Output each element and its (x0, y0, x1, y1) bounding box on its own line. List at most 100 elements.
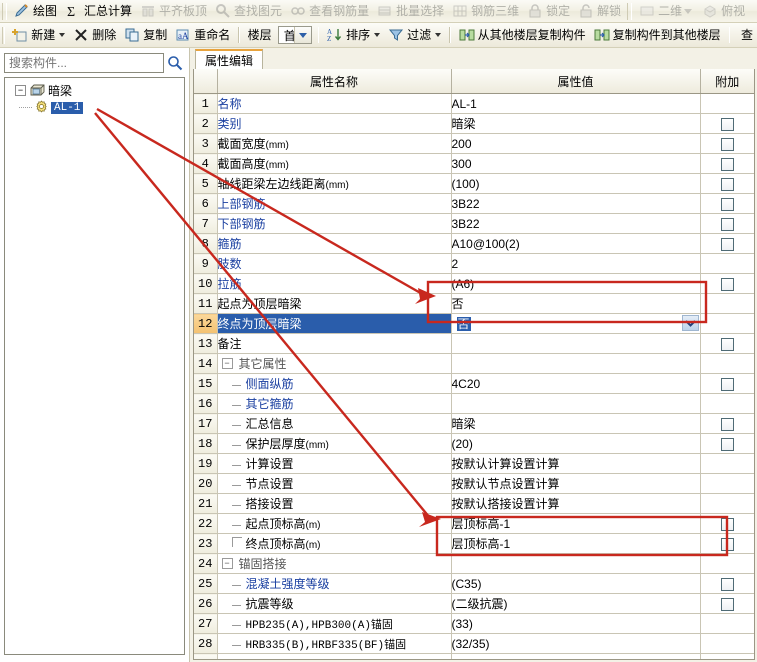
attach-checkbox[interactable] (720, 157, 734, 171)
attach-cell[interactable] (700, 593, 754, 614)
property-name-cell[interactable]: 保护层厚度(mm) (217, 433, 452, 454)
attach-checkbox[interactable] (720, 577, 734, 591)
attach-checkbox[interactable] (720, 177, 734, 191)
property-value-cell[interactable] (451, 393, 701, 414)
attach-checkbox[interactable] (720, 377, 734, 391)
attach-cell[interactable] (700, 653, 754, 659)
property-value-cell[interactable]: 否 (451, 293, 701, 314)
floor-select-dropdown-icon[interactable] (293, 27, 311, 43)
property-name-cell[interactable]: − 其它属性 (217, 353, 452, 374)
toolbar-grip-2[interactable] (627, 2, 633, 20)
row-index[interactable]: 8 (194, 233, 218, 254)
toolbar-button-batch-select[interactable]: 批量选择 (373, 1, 448, 22)
row-index[interactable]: 3 (194, 133, 218, 154)
property-name-cell[interactable]: HRB400(C),HRBF400(CF),RRB400(D)锚 (217, 653, 452, 659)
row-index[interactable]: 21 (194, 493, 218, 514)
property-name-cell[interactable]: 截面宽度(mm) (217, 133, 452, 154)
property-name-cell[interactable]: − 锚固搭接 (217, 553, 452, 574)
group-expander-icon[interactable]: − (221, 358, 233, 369)
property-grid-container[interactable]: 属性名称 属性值 附加 1 名称 AL-1 2 类别 暗梁 3 截面宽度(mm) 200 4 截面高… (193, 69, 755, 660)
property-value-cell[interactable]: 按默认节点设置计算 (451, 473, 701, 494)
copy-from-other-floor-button[interactable]: 从其他楼层复制构件 (455, 25, 590, 46)
attach-checkbox[interactable] (720, 217, 734, 231)
attach-checkbox[interactable] (720, 137, 734, 151)
property-value-cell[interactable]: 2 (451, 253, 701, 274)
table-row[interactable]: 25 混凝土强度等级 (C35) (194, 573, 754, 594)
table-row[interactable]: 13 备注 (194, 333, 754, 354)
row-index[interactable]: 14 (194, 353, 218, 374)
property-name-cell[interactable]: 侧面纵筋 (217, 373, 452, 394)
property-value-cell[interactable]: 按默认搭接设置计算 (451, 493, 701, 514)
property-name-cell[interactable]: 节点设置 (217, 473, 452, 494)
property-value-cell[interactable]: (100) (451, 173, 701, 194)
rename-button[interactable]: aA 重命名 (171, 25, 234, 46)
property-value-cell[interactable]: 4C20 (451, 373, 701, 394)
filter-button[interactable]: 过滤 (384, 25, 445, 46)
tab-property-editor[interactable]: 属性编辑 (195, 49, 264, 69)
table-row[interactable]: 16 其它箍筋 (194, 393, 754, 414)
table-row[interactable]: 14− 其它属性 (194, 353, 754, 374)
row-index[interactable]: 5 (194, 173, 218, 194)
attach-cell[interactable] (700, 173, 754, 194)
grid-header-property-name[interactable]: 属性名称 (217, 69, 452, 94)
row-index[interactable]: 4 (194, 153, 218, 174)
table-row[interactable]: 22 起点顶标高(m) 层顶标高-1 (194, 513, 754, 534)
table-row[interactable]: 29 HRB400(C),HRBF400(CF),RRB400(D)锚(37/41… (194, 653, 754, 659)
property-value-cell[interactable]: (C35) (451, 573, 701, 594)
property-value-cell[interactable]: 按默认计算设置计算 (451, 453, 701, 474)
row-index[interactable]: 23 (194, 533, 218, 554)
toolbar-button-lock[interactable]: 锁定 (523, 1, 574, 22)
row-index[interactable]: 10 (194, 273, 218, 294)
attach-checkbox[interactable] (720, 417, 734, 431)
attach-cell[interactable] (700, 433, 754, 454)
attach-checkbox[interactable] (720, 537, 734, 551)
filter-button-caret-icon[interactable] (435, 33, 442, 37)
attach-cell[interactable] (700, 373, 754, 394)
toolbar-button-align-slab-top[interactable]: 平齐板顶 (136, 1, 211, 22)
new-button[interactable]: 新建 (8, 25, 69, 46)
copy-button[interactable]: 复制 (120, 25, 171, 46)
delete-button[interactable]: 删除 (69, 25, 120, 46)
property-value-cell[interactable]: A10@100(2) (451, 233, 701, 254)
property-name-cell[interactable]: 起点为顶层暗梁 (217, 293, 452, 314)
property-value-cell[interactable]: (33) (451, 613, 701, 634)
property-name-cell[interactable]: 搭接设置 (217, 493, 452, 514)
property-name-cell[interactable]: 名称 (217, 93, 452, 114)
table-row[interactable]: 21 搭接设置 按默认搭接设置计算 (194, 493, 754, 514)
attach-cell[interactable] (700, 133, 754, 154)
table-row[interactable]: 8 箍筋 A10@100(2) (194, 233, 754, 254)
table-row[interactable]: 4 截面高度(mm) 300 (194, 153, 754, 174)
row-index[interactable]: 7 (194, 213, 218, 234)
row-index[interactable]: 2 (194, 113, 218, 134)
property-value-cell[interactable] (451, 333, 701, 354)
table-row[interactable]: 12 终点为顶层暗梁 否 (194, 313, 754, 334)
property-name-cell[interactable]: 计算设置 (217, 453, 452, 474)
row-index[interactable]: 25 (194, 573, 218, 594)
property-name-cell[interactable]: 终点为顶层暗梁 (217, 313, 452, 334)
attach-cell[interactable] (700, 353, 754, 374)
property-value-cell[interactable]: 300 (451, 153, 701, 174)
toolbar-button-summary-calc[interactable]: Σ 汇总计算 (61, 1, 136, 22)
grid-header-attach[interactable]: 附加 (700, 69, 754, 94)
property-name-cell[interactable]: 拉筋 (217, 273, 452, 294)
attach-cell[interactable] (700, 493, 754, 514)
row-index[interactable]: 12 (194, 313, 218, 334)
attach-cell[interactable] (700, 153, 754, 174)
chevron-down-icon[interactable] (682, 3, 694, 19)
table-row[interactable]: 2 类别 暗梁 (194, 113, 754, 134)
row-index[interactable]: 22 (194, 513, 218, 534)
table-row[interactable]: 19 计算设置 按默认计算设置计算 (194, 453, 754, 474)
property-value-cell[interactable]: (A6) (451, 273, 701, 294)
property-value-cell[interactable]: (二级抗震) (451, 593, 701, 614)
attach-cell[interactable] (700, 413, 754, 434)
property-value-cell[interactable]: 否 (451, 313, 701, 334)
property-name-cell[interactable]: HRB335(B),HRBF335(BF)锚固 (217, 633, 452, 654)
table-row[interactable]: 18 保护层厚度(mm) (20) (194, 433, 754, 454)
attach-checkbox[interactable] (720, 237, 734, 251)
row-index[interactable]: 20 (194, 473, 218, 494)
property-name-cell[interactable]: 抗震等级 (217, 593, 452, 614)
row-index[interactable]: 1 (194, 93, 218, 114)
table-row[interactable]: 10 拉筋 (A6) (194, 273, 754, 294)
search-input[interactable] (4, 53, 164, 73)
property-name-cell[interactable]: 汇总信息 (217, 413, 452, 434)
